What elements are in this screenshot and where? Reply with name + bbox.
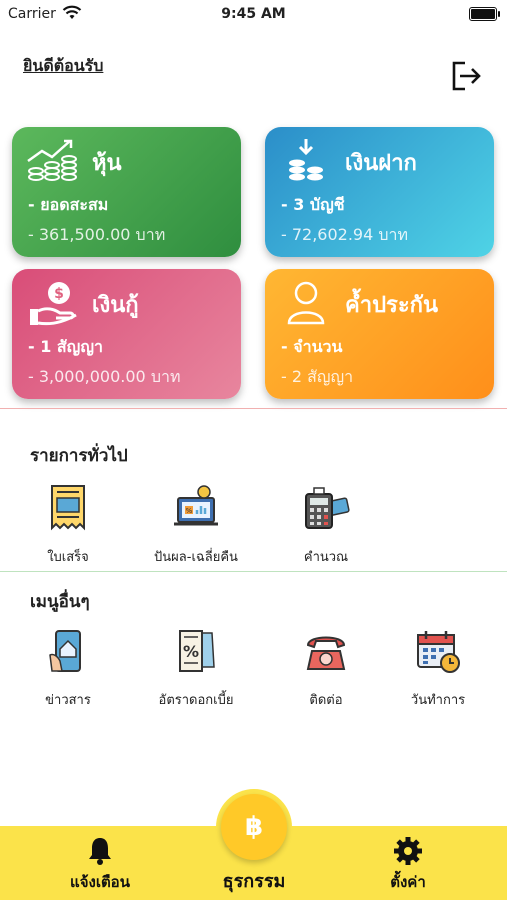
deposit-coins-icon [289, 139, 323, 181]
loan-card[interactable]: $ เงินกู้ - 1 สัญญา - 3,000,000.00 บาท [12, 269, 241, 399]
guarantee-line1: - จำนวน [281, 337, 343, 356]
telephone-icon [306, 636, 346, 670]
battery-icon [469, 7, 500, 21]
stock-coins-icon [27, 139, 77, 181]
tab-notifications-label: แจ้งเตือน [70, 873, 130, 891]
guarantee-count: - 2 สัญญา [281, 367, 354, 386]
guarantor-person-icon [287, 281, 325, 325]
stock-card[interactable]: หุ้น - ยอดสะสม - 361,500.00 บาท [12, 127, 241, 257]
guarantee-card[interactable]: ค้ำประกัน - จำนวน - 2 สัญญา [265, 269, 494, 399]
news-icon [49, 630, 81, 672]
interest-rate-item[interactable]: % อัตราดอกเบี้ย [136, 627, 256, 710]
loan-line1: - 1 สัญญา [28, 337, 103, 356]
divider-top [0, 408, 507, 409]
gear-icon [394, 837, 422, 865]
dividend-icon: % [174, 485, 218, 526]
working-days-label: วันทำการ [410, 693, 466, 708]
news-item[interactable]: ข่าวสาร [8, 627, 128, 710]
dividend-item[interactable]: % ปันผล-เฉลี่ยคืน [136, 484, 256, 567]
svg-text:%: % [183, 642, 199, 661]
deposit-amount: - 72,602.94 บาท [281, 225, 409, 244]
deposit-line1: - 3 บัญชี [281, 195, 345, 214]
logout-icon[interactable] [449, 59, 483, 93]
clock: 9:45 AM [221, 6, 286, 22]
contact-label: ติดต่อ [309, 693, 343, 708]
receipt-icon [51, 485, 85, 531]
tab-settings[interactable]: ตั้งค่า [348, 836, 468, 894]
general-section-title: รายการทั่วไป [30, 446, 128, 466]
calculator-item[interactable]: คำนวณ [266, 484, 386, 567]
tab-settings-label: ตั้งค่า [390, 873, 426, 891]
contact-item[interactable]: ติดต่อ [266, 627, 386, 710]
dividend-label: ปันผล-เฉลี่ยคืน [154, 550, 238, 565]
bell-icon [89, 838, 111, 865]
stock-amount: - 361,500.00 บาท [28, 225, 166, 244]
loan-title: เงินกู้ [92, 293, 139, 318]
calculator-label: คำนวณ [303, 550, 349, 565]
interest-rate-label: อัตราดอกเบี้ย [158, 693, 234, 708]
svg-text:$: $ [54, 286, 64, 302]
news-label: ข่าวสาร [45, 693, 91, 708]
loan-amount: - 3,000,000.00 บาท [28, 367, 181, 386]
tab-notifications[interactable]: แจ้งเตือน [40, 836, 160, 894]
receipt-label: ใบเสร็จ [47, 550, 89, 565]
interest-rate-icon: % [179, 630, 215, 672]
calculator-icon [305, 487, 350, 529]
stock-title: หุ้น [92, 151, 122, 176]
deposit-card[interactable]: เงินฝาก - 3 บัญชี - 72,602.94 บาท [265, 127, 494, 257]
guarantee-title: ค้ำประกัน [345, 293, 439, 318]
tab-transaction-label[interactable]: ธุรกรรม [194, 866, 314, 895]
status-bar: Carrier 9:45 AM [0, 0, 507, 30]
stock-line1: - ยอดสะสม [28, 195, 109, 214]
deposit-title: เงินฝาก [345, 151, 417, 176]
loan-hand-money-icon: $ [30, 282, 77, 326]
working-days-item[interactable]: วันทำการ [378, 627, 498, 710]
svg-text:%: % [186, 507, 193, 515]
divider-middle [0, 571, 507, 572]
welcome-title: ยินดีต้อนรับ [23, 56, 104, 75]
other-section-title: เมนูอื่นๆ [30, 592, 90, 612]
transaction-fab-button[interactable]: ฿ [221, 794, 287, 860]
calendar-icon [417, 631, 460, 673]
receipt-item[interactable]: ใบเสร็จ [8, 484, 128, 567]
